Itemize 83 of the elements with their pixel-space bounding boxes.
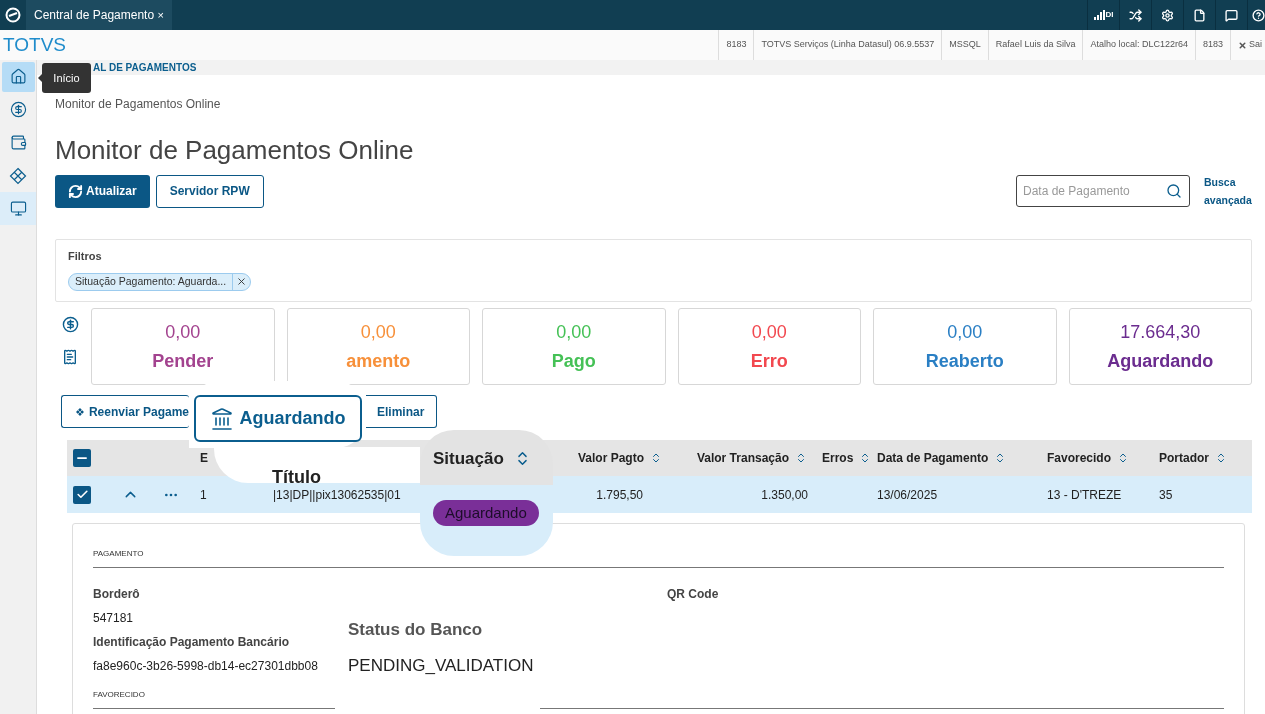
chat-icon[interactable] — [1225, 8, 1238, 22]
card-value: 17.664,30 — [1120, 320, 1201, 344]
monitor-icon — [9, 200, 27, 217]
delete-button[interactable]: Eliminar — [366, 395, 438, 428]
resend-button[interactable]: Reenviar Pagame — [61, 395, 189, 428]
table-cell-text: 1.795,50 — [595, 486, 644, 504]
table-cell-text: 1 — [199, 486, 208, 504]
card-label: Pago — [551, 349, 596, 373]
section-title: FAVORECIDO — [93, 690, 145, 699]
breadcrumb: Monitor de Pagamentos Online — [55, 96, 221, 113]
shuffle-icon[interactable] — [1129, 8, 1142, 22]
field-value: 547181 — [93, 610, 134, 627]
refresh-icon — [68, 183, 83, 199]
tab[interactable]: Central de Pagamento × — [26, 0, 172, 30]
card-label: Erro — [750, 349, 788, 373]
filters-title: Filtros — [68, 249, 103, 264]
column-header[interactable]: Data de Pagamento — [877, 449, 989, 467]
advanced-search-link[interactable]: Busca avançada — [1204, 173, 1252, 209]
wallet-icon — [9, 134, 27, 151]
status-pill: Aguardando — [433, 500, 539, 526]
table-cell-text: 13 - D'TREZE — [1046, 486, 1123, 504]
sidebar-item[interactable] — [0, 60, 36, 93]
table-cell-text: 1.350,00 — [760, 486, 809, 504]
close-icon — [1238, 40, 1247, 50]
column-header[interactable]: Favorecido — [1047, 449, 1112, 467]
remove-icon[interactable] — [236, 276, 248, 287]
sort-icon[interactable] — [650, 452, 662, 464]
close-button[interactable]: × — [157, 6, 164, 24]
search-icon[interactable] — [1166, 183, 1182, 199]
summary-card[interactable]: 0,00 Erro — [677, 308, 861, 385]
field-label: Identificação Pagamento Bancário — [93, 634, 290, 651]
file-icon[interactable] — [1193, 8, 1206, 22]
column-header[interactable]: Valor Pagto — [577, 449, 644, 467]
refresh-button[interactable]: Atualizar — [55, 174, 150, 208]
card-label: Aguardando — [1107, 349, 1214, 373]
dollar-icon — [9, 101, 27, 118]
field-label: Borderô — [93, 586, 140, 603]
receipt-icon[interactable] — [62, 349, 78, 365]
help-icon[interactable] — [1252, 8, 1265, 22]
summary-card[interactable]: 0,00 Reaberto — [873, 308, 1057, 385]
server-button[interactable]: Servidor RPW — [155, 174, 264, 208]
column-header[interactable]: Erros — [822, 449, 854, 467]
field-label: Status do Banco — [348, 619, 484, 641]
signal-label: DI — [1105, 9, 1114, 21]
table-cell-text: 13/06/2025 — [876, 486, 939, 504]
card-value: 0,00 — [360, 320, 396, 344]
card-value: 0,00 — [165, 320, 201, 344]
card-value: 0,00 — [556, 320, 592, 344]
brand-logo: TOTVS — [2, 32, 66, 57]
sidebar-item[interactable] — [0, 192, 36, 225]
card-label: amento — [346, 349, 411, 373]
field-value: PENDING_VALIDATION — [348, 655, 535, 677]
table-cell-text: |13|DP||pix13062535|01 — [272, 486, 402, 504]
waiting-button[interactable]: Aguardando — [193, 395, 362, 442]
diamond-icon — [9, 166, 27, 185]
settings-icon[interactable] — [1161, 8, 1174, 22]
card-label: Pender — [152, 349, 214, 373]
logo-icon — [5, 7, 21, 23]
card-value: 0,00 — [751, 320, 787, 344]
bank-icon — [209, 406, 234, 431]
table-cell-text: 35 — [1158, 486, 1174, 504]
dollar-icon[interactable] — [62, 316, 79, 333]
row-checkbox[interactable] — [73, 485, 91, 504]
check-icon — [75, 488, 89, 501]
summary-card[interactable]: 17.664,30 Aguardando — [1068, 308, 1252, 385]
home-icon — [9, 68, 27, 85]
column-header[interactable]: Portador — [1159, 449, 1209, 467]
page-title: Monitor de Pagamentos Online — [55, 135, 414, 165]
card-label: Reaberto — [925, 349, 1004, 373]
sort-icon[interactable] — [795, 452, 807, 464]
signal-icon[interactable] — [1093, 10, 1105, 20]
card-value: 0,00 — [947, 320, 983, 344]
field-value: fa8e960c-3b26-5998-db14-ec27301dbb08 — [93, 658, 318, 675]
tab-label: Central de Pagamento — [34, 7, 155, 24]
search-field[interactable]: Data de Pagamento — [1016, 175, 1190, 207]
app-title: AL DE PAGAMENTOS — [93, 61, 197, 75]
sort-icon[interactable] — [1215, 452, 1227, 464]
filter-chip[interactable]: Situação Pagamento: Aguarda... — [68, 272, 252, 291]
select-all-checkbox[interactable] — [73, 449, 91, 467]
column-header[interactable]: E — [200, 449, 208, 467]
field-label: QR Code — [667, 586, 719, 603]
section-title: PAGAMENTO — [93, 549, 144, 558]
column-header[interactable]: Valor Transação — [696, 449, 789, 467]
